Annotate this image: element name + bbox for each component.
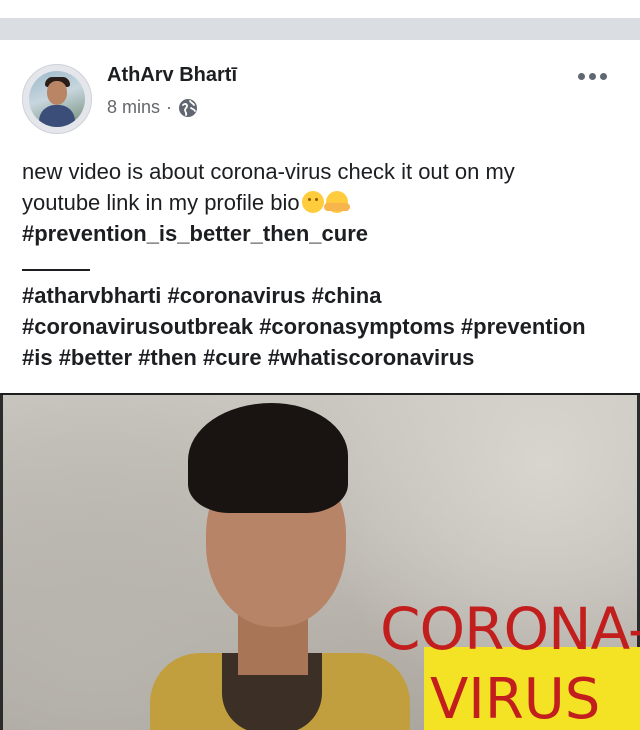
more-options-icon[interactable] xyxy=(572,66,612,86)
overlay-text-line-1: CORONA- xyxy=(380,595,640,663)
overlay-text-line-2: VIRUS xyxy=(430,667,601,730)
underline-separator xyxy=(22,249,622,280)
person-portrait xyxy=(110,395,410,730)
post-time[interactable]: 8 mins xyxy=(107,97,160,118)
post-meta: 8 mins · xyxy=(107,97,198,118)
feed-divider xyxy=(0,18,640,40)
post-text-line-2: youtube link in my profile bio xyxy=(22,187,622,218)
hashtag-line-1[interactable]: #atharvbharti #coronavirus #china xyxy=(22,280,622,311)
avatar[interactable] xyxy=(22,64,92,134)
meta-separator: · xyxy=(166,97,173,117)
top-spacer xyxy=(0,0,640,18)
hashtag-line-2[interactable]: #coronavirusoutbreak #coronasymptoms #pr… xyxy=(22,311,622,342)
profile-photo xyxy=(29,71,85,127)
post-body: new video is about corona-virus check it… xyxy=(22,156,622,373)
hugging-face-icon xyxy=(323,191,350,213)
smiling-face-icon xyxy=(301,191,324,213)
hashtag-line-3[interactable]: #is #better #then #cure #whatiscoronavir… xyxy=(22,342,622,373)
post-text-line-2-text: youtube link in my profile bio xyxy=(22,190,300,215)
post-header: AthArv Bhartī 8 mins · xyxy=(0,40,640,140)
post-image[interactable]: CORONA- VIRUS xyxy=(0,393,640,730)
author-name[interactable]: AthArv Bhartī xyxy=(107,64,237,87)
hashtag-primary[interactable]: #prevention_is_better_then_cure xyxy=(22,218,622,249)
post-text-line-1: new video is about corona-virus check it… xyxy=(22,159,515,184)
globe-icon[interactable] xyxy=(178,98,198,118)
